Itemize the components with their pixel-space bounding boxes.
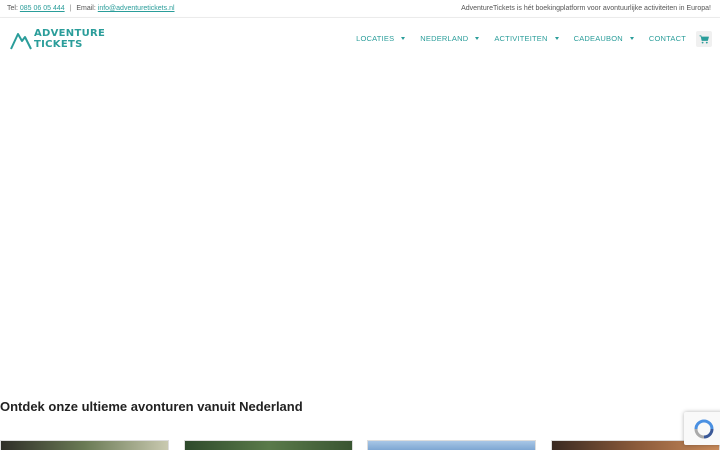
top-info-bar: Tel: 085 06 05 444 | Email: info@adventu… [0, 0, 720, 18]
card-image [1, 441, 168, 450]
card-image [368, 441, 535, 450]
activity-card[interactable] [184, 440, 353, 450]
contact-info: Tel: 085 06 05 444 | Email: info@adventu… [7, 5, 175, 12]
activity-card[interactable] [367, 440, 536, 450]
menu-item-activiteiten[interactable]: ACTIVITEITEN [494, 34, 559, 43]
logo[interactable]: ADVENTURE TICKETS [10, 28, 110, 52]
logo-line-2: TICKETS [34, 39, 83, 50]
separator: | [69, 5, 72, 12]
email-label: Email: [76, 5, 96, 12]
main-navbar: ADVENTURE TICKETS LOCATIES NEDERLAND ACT… [0, 18, 720, 60]
activity-card[interactable] [0, 440, 169, 450]
recaptcha-icon [694, 419, 714, 438]
main-menu: LOCATIES NEDERLAND ACTIVITEITEN CADEAUBO… [341, 34, 686, 43]
card-image [185, 441, 352, 450]
caret-down-icon [401, 37, 406, 40]
caret-down-icon [554, 37, 559, 40]
menu-item-contact[interactable]: CONTACT [649, 34, 686, 43]
cart-icon [699, 34, 709, 43]
tagline: AdventureTickets is hét boekingplatform … [461, 5, 711, 12]
activity-cards [0, 440, 720, 450]
hero-banner [0, 60, 720, 390]
menu-item-label: ACTIVITEITEN [494, 34, 548, 43]
recaptcha-badge[interactable] [684, 412, 720, 445]
mountain-icon [10, 33, 32, 50]
cart-button[interactable] [696, 31, 712, 47]
tel-label: Tel: [7, 5, 18, 12]
caret-down-icon [475, 37, 480, 40]
phone-link[interactable]: 085 06 05 444 [20, 5, 65, 12]
menu-item-label: CADEAUBON [573, 34, 623, 43]
menu-item-label: LOCATIES [356, 34, 395, 43]
section-title: Ontdek onze ultieme avonturen vanuit Ned… [0, 399, 303, 414]
menu-item-label: NEDERLAND [420, 34, 469, 43]
menu-item-locaties[interactable]: LOCATIES [356, 34, 406, 43]
menu-item-label: CONTACT [648, 34, 686, 43]
menu-item-nederland[interactable]: NEDERLAND [420, 34, 480, 43]
email-link[interactable]: info@adventuretickets.nl [98, 5, 175, 12]
menu-item-cadeaubon[interactable]: CADEAUBON [574, 34, 634, 43]
caret-down-icon [629, 37, 634, 40]
logo-line-1: ADVENTURE [34, 28, 106, 39]
